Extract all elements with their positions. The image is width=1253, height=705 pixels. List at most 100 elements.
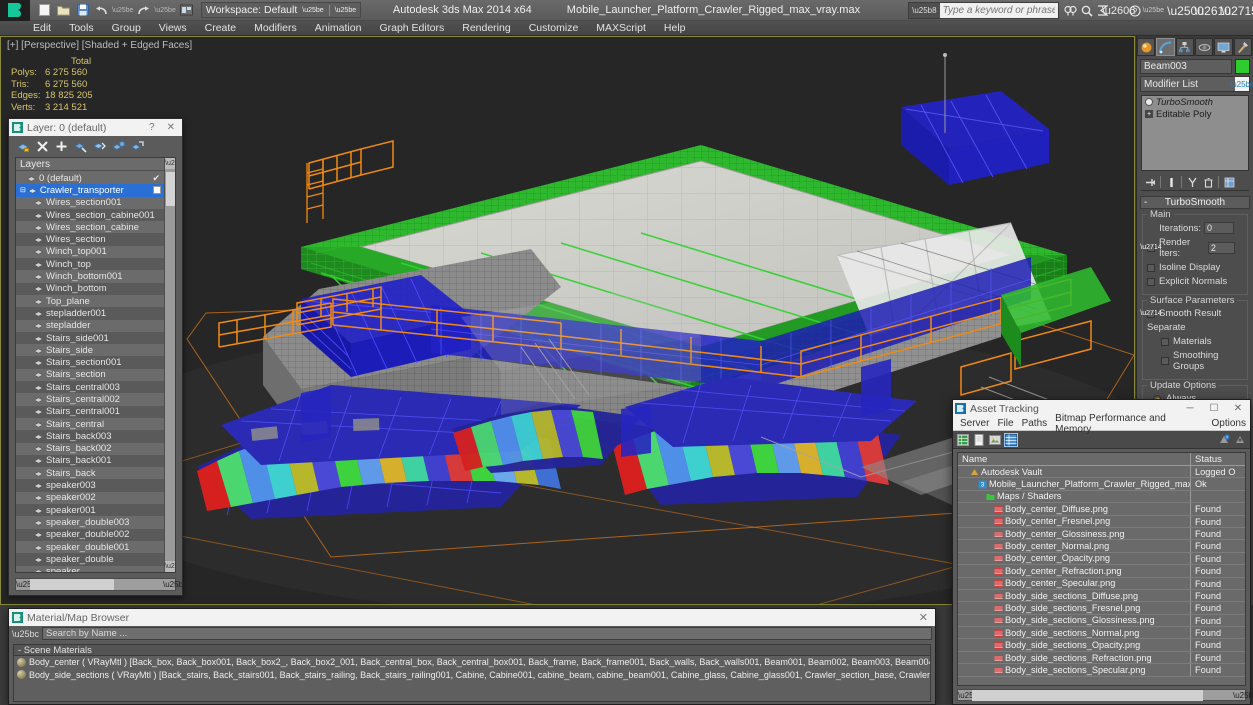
close-button[interactable]: \u2715 <box>1226 0 1253 21</box>
delete-layer-icon[interactable] <box>36 140 49 153</box>
select-highlighted-objects-icon[interactable] <box>93 140 106 153</box>
new-file-icon[interactable] <box>36 2 53 19</box>
menu-item-views[interactable]: Views <box>150 21 196 36</box>
scroll-thumb[interactable] <box>166 172 175 206</box>
layer-explorer-dialog[interactable]: Layer: 0 (default) ? ✕ <box>8 118 183 596</box>
asset-table-row[interactable]: Body_side_sections_Refraction.pngFound <box>958 652 1245 664</box>
material-list-item[interactable]: Body_center ( VRayMtl ) [Back_box, Back_… <box>14 656 930 668</box>
asset-table-row[interactable]: Maps / Shaders <box>958 491 1245 503</box>
material-list-item[interactable]: Body_side_sections ( VRayMtl ) [Back_sta… <box>14 668 930 680</box>
save-file-icon[interactable] <box>74 2 91 19</box>
scroll-left-icon[interactable]: \u25c0 <box>16 580 28 589</box>
chevron-down-icon[interactable]: \u25be <box>302 7 323 14</box>
object-name-field[interactable]: Beam003 <box>1140 59 1232 74</box>
asset-menu-file[interactable]: File <box>993 418 1017 429</box>
scene-materials-section-header[interactable]: - Scene Materials <box>13 644 931 656</box>
expand-toggle-icon[interactable]: ⊟ <box>20 186 26 194</box>
layer-list-item[interactable]: Stairs_central001 <box>16 406 164 418</box>
scene-materials-list[interactable]: Body_center ( VRayMtl ) [Back_box, Back_… <box>13 656 931 702</box>
layer-list-item[interactable]: speaker003 <box>16 479 164 491</box>
layer-list-item[interactable]: Stairs_back001 <box>16 455 164 467</box>
layer-list-item[interactable]: Stairs_side <box>16 344 164 356</box>
layer-list-item[interactable]: Stairs_back003 <box>16 430 164 442</box>
remove-modifier-icon[interactable] <box>1202 176 1214 188</box>
modify-tab[interactable] <box>1156 38 1174 56</box>
undo-icon[interactable] <box>93 2 110 19</box>
create-tab[interactable] <box>1137 38 1155 56</box>
layer-list-item[interactable]: 0 (default)✔ <box>16 172 164 184</box>
layer-list-item[interactable]: speaker_double003 <box>16 516 164 528</box>
scroll-right-icon[interactable]: \u25b6 <box>163 580 175 589</box>
chevron-down-icon[interactable]: \u25bc <box>1235 77 1249 91</box>
asset-tracking-window[interactable]: Asset Tracking ─ ☐ ✕ ServerFilePathsBitm… <box>952 399 1251 705</box>
asset-table-row[interactable]: Body_side_sections_Opacity.pngFound <box>958 639 1245 651</box>
menu-item-edit[interactable]: Edit <box>24 21 60 36</box>
hscroll-thumb[interactable] <box>972 690 1203 701</box>
workspace-menu-icon[interactable]: \u25be <box>335 7 356 14</box>
layer-list-item[interactable]: Winch_bottom <box>16 283 164 295</box>
show-end-result-icon[interactable] <box>1165 176 1177 188</box>
search-dropdown-icon[interactable]: \u25b8 <box>909 6 939 15</box>
asset-menu-options[interactable]: Options <box>1208 418 1250 429</box>
layer-list-item[interactable]: Stairs_section001 <box>16 356 164 368</box>
layer-list-item[interactable]: speaker_double <box>16 553 164 565</box>
create-new-layer-icon[interactable] <box>17 140 30 153</box>
layer-list-item[interactable]: speaker_double001 <box>16 541 164 553</box>
asset-close-button[interactable]: ✕ <box>1228 403 1248 414</box>
column-name[interactable]: Name <box>958 453 1191 465</box>
asset-table-row[interactable]: Body_center_Diffuse.pngFound <box>958 503 1245 515</box>
layer-list-horizontal-scrollbar[interactable]: \u25c0 \u25b6 <box>15 578 176 591</box>
search-scene-icon[interactable] <box>1063 2 1079 19</box>
layer-dialog-close-button[interactable]: ✕ <box>163 122 179 133</box>
layer-list-item[interactable]: stepladder <box>16 320 164 332</box>
layer-hide-checkbox[interactable] <box>153 186 161 194</box>
layer-list-item[interactable]: Stairs_central003 <box>16 381 164 393</box>
asset-table-row[interactable]: Body_side_sections_Specular.pngFound <box>958 664 1245 676</box>
asset-table-row[interactable]: Body_center_Glossiness.pngFound <box>958 528 1245 540</box>
layer-list-item[interactable]: Stairs_side001 <box>16 332 164 344</box>
pin-stack-icon[interactable] <box>1144 176 1156 188</box>
asset-table-row[interactable]: Body_side_sections_Fresnel.pngFound <box>958 602 1245 614</box>
asset-table-horizontal-scrollbar[interactable]: \u25c0 \u25b6 <box>957 689 1246 701</box>
workspace-selector[interactable]: Workspace: Default \u25be \u25be <box>201 2 361 18</box>
hide-unhide-layer-icon[interactable] <box>131 140 144 153</box>
scroll-down-icon[interactable]: \u25bc <box>165 561 176 572</box>
object-color-swatch[interactable] <box>1235 59 1250 74</box>
modifier-list-dropdown[interactable]: Modifier List \u25bc <box>1140 76 1250 92</box>
modifier-stack[interactable]: TurboSmooth+Editable Poly <box>1141 95 1249 171</box>
render-iters-checkbox[interactable]: \u2714 <box>1147 244 1155 252</box>
layer-list-item[interactable]: Wires_section_cabine <box>16 221 164 233</box>
modifier-stack-item[interactable]: +Editable Poly <box>1142 108 1248 120</box>
document-view-icon[interactable] <box>973 434 985 446</box>
app-logo-icon[interactable] <box>0 0 30 21</box>
iterations-spinner[interactable]: 0 <box>1204 222 1234 234</box>
layer-list-item[interactable]: Wires_section_cabine001 <box>16 209 164 221</box>
make-unique-icon[interactable] <box>1186 176 1198 188</box>
vault-settings-icon[interactable] <box>1234 434 1246 446</box>
asset-menu-paths[interactable]: Paths <box>1018 418 1052 429</box>
isoline-display-checkbox[interactable] <box>1147 264 1155 272</box>
search-input[interactable] <box>940 3 1058 18</box>
configure-modifier-sets-icon[interactable] <box>1223 176 1235 188</box>
layer-list-item[interactable]: Winch_top001 <box>16 246 164 258</box>
rollout-collapse-icon[interactable]: - <box>1144 197 1147 209</box>
separate-materials-checkbox[interactable] <box>1161 338 1169 346</box>
material-browser-close-button[interactable]: ✕ <box>915 611 932 624</box>
asset-table-row[interactable]: 3Mobile_Launcher_Platform_Crawler_Rigged… <box>958 478 1245 490</box>
spreadsheet-view-icon[interactable] <box>957 434 969 446</box>
utilities-tab[interactable] <box>1234 38 1252 56</box>
menu-item-animation[interactable]: Animation <box>306 21 371 36</box>
menu-item-group[interactable]: Group <box>103 21 150 36</box>
menu-item-create[interactable]: Create <box>196 21 246 36</box>
display-tab[interactable] <box>1214 38 1232 56</box>
asset-table[interactable]: Name Status Autodesk VaultLogged O3Mobil… <box>957 452 1246 686</box>
smooth-result-checkbox[interactable]: \u2714 <box>1147 310 1155 318</box>
asset-table-row[interactable]: Body_center_Fresnel.pngFound <box>958 516 1245 528</box>
help-icon[interactable]: ? <box>1127 2 1143 19</box>
layer-list-item[interactable]: Top_plane <box>16 295 164 307</box>
thumbnail-view-icon[interactable] <box>989 434 1001 446</box>
filter-dropdown-icon[interactable]: \u25bc <box>12 629 39 639</box>
menu-item-graph-editors[interactable]: Graph Editors <box>370 21 453 36</box>
asset-table-row[interactable]: Autodesk VaultLogged O <box>958 466 1245 478</box>
layer-list-item[interactable]: stepladder001 <box>16 307 164 319</box>
